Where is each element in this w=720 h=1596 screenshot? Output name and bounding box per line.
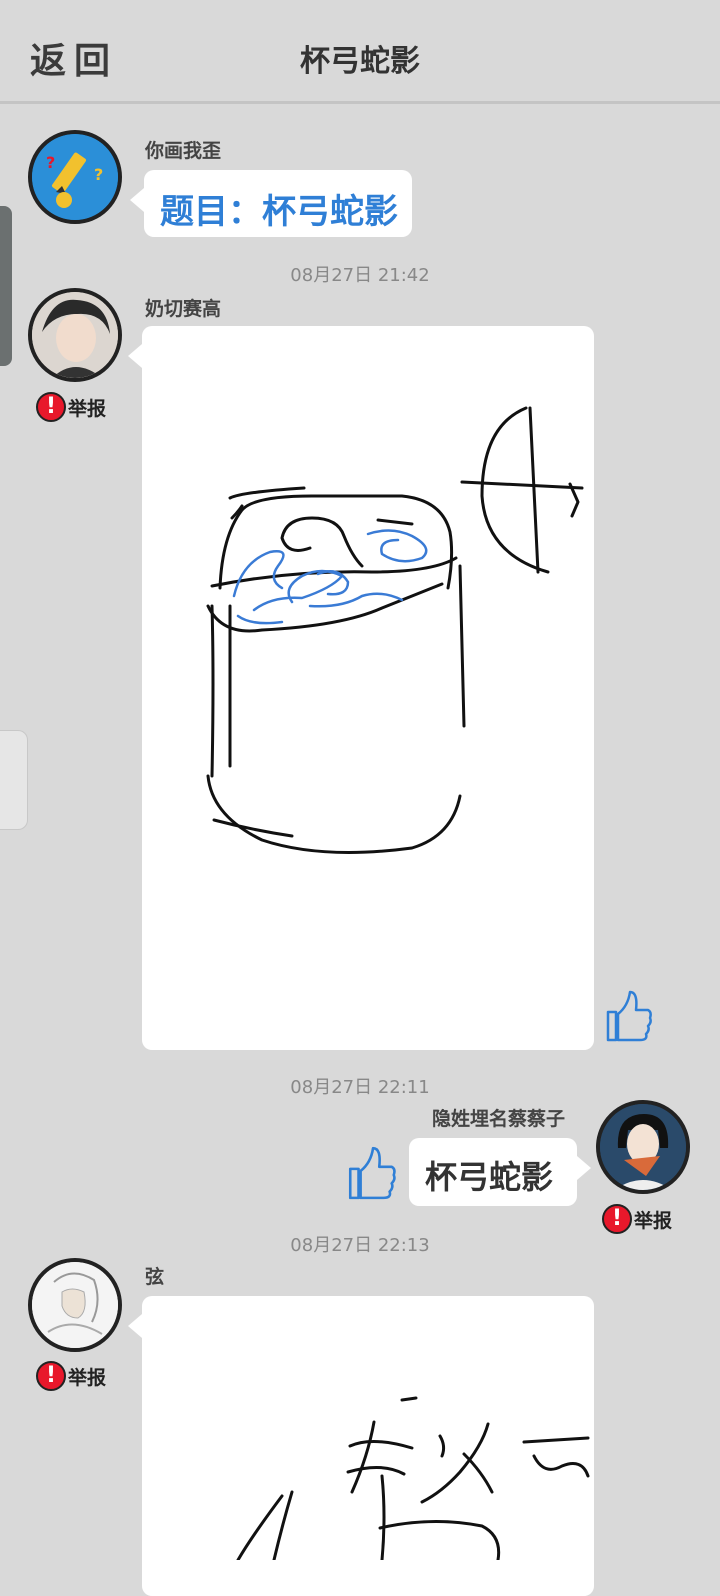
avatar-user[interactable] [28,288,122,382]
topic-text: 题目：杯弓蛇影 [160,192,398,232]
avatar-system[interactable]: ? ? [28,130,122,224]
sender-name: 弦 [145,1266,165,1288]
sender-name: 奶切赛高 [145,298,222,320]
report-button[interactable]: ! 举报 [36,392,106,422]
timestamp: 08月27日 21:42 [290,265,430,286]
exclamation-icon: ! [36,1361,66,1391]
pencil-icon: ? ? [32,134,118,220]
user-portrait-icon [600,1104,686,1190]
exclamation-icon: ! [602,1204,632,1234]
header-bar: 返回 杯弓蛇影 [0,0,720,104]
thumbs-up-icon[interactable] [604,988,654,1044]
answer-text: 杯弓蛇影 [425,1158,554,1196]
thumbs-up-icon[interactable] [346,1144,398,1202]
svg-text:?: ? [94,165,103,184]
avatar-user[interactable] [596,1100,690,1194]
user-portrait-icon [32,292,118,378]
avatar-user[interactable] [28,1258,122,1352]
drawing-bubble[interactable] [128,326,594,1050]
drawing-canvas [236,1396,590,1562]
sender-name: 你画我歪 [145,140,222,162]
answer-bubble: 杯弓蛇影 [409,1138,591,1206]
drawing-bubble[interactable] [128,1296,594,1596]
drawing-canvas [206,406,584,854]
sender-name: 隐姓埋名蔡蔡子 [432,1108,566,1130]
side-panel-handle[interactable] [0,730,28,830]
svg-text:?: ? [46,153,55,172]
topic-bubble: 题目：杯弓蛇影 [130,170,412,237]
exclamation-icon: ! [36,392,66,422]
user-portrait-icon [32,1262,118,1348]
report-button[interactable]: ! 举报 [602,1204,672,1234]
page-title: 杯弓蛇影 [300,44,420,79]
timestamp: 08月27日 22:13 [290,1235,430,1256]
timestamp: 08月27日 22:11 [290,1077,430,1098]
report-button[interactable]: ! 举报 [36,1361,106,1391]
